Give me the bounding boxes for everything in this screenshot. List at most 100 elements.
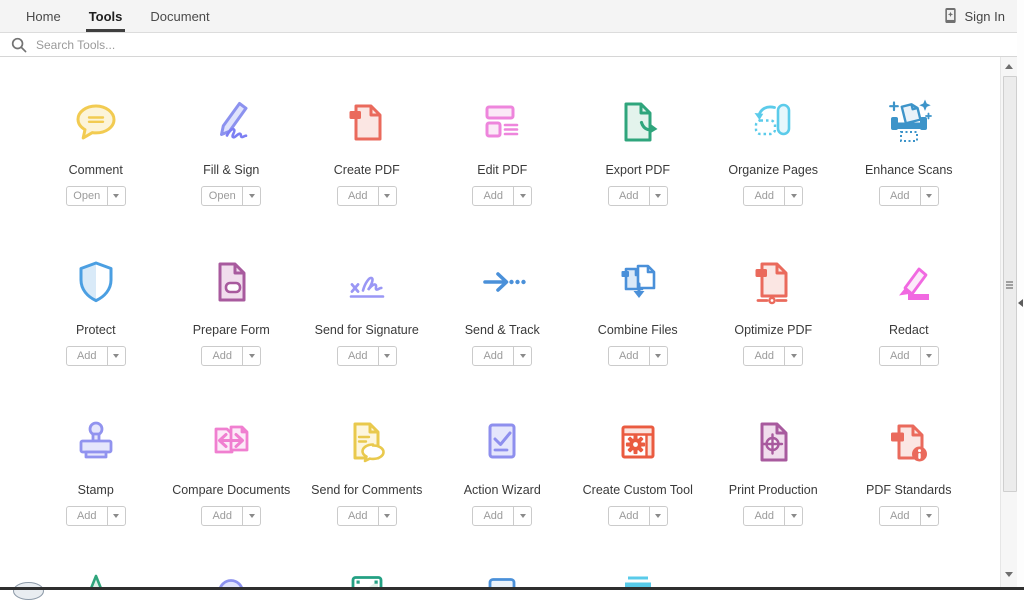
chevron-down-icon <box>926 354 932 358</box>
tool-action-button[interactable]: Open <box>201 186 243 206</box>
chevron-down-icon <box>113 514 119 518</box>
tool-action-dropdown[interactable] <box>378 186 397 206</box>
tool-action-dropdown[interactable] <box>784 186 803 206</box>
tool-action-dropdown[interactable] <box>649 346 668 366</box>
chevron-down-icon <box>655 354 661 358</box>
tool-action-group: Add <box>201 346 261 366</box>
scroll-up-icon <box>1005 64 1013 69</box>
tool-action-dropdown[interactable] <box>513 506 532 526</box>
chevron-down-icon <box>249 354 255 358</box>
tool-action-button[interactable]: Add <box>472 186 514 206</box>
tool-action-button[interactable]: Add <box>743 346 785 366</box>
chevron-down-icon <box>520 194 526 198</box>
tool-action-button[interactable]: Add <box>66 346 108 366</box>
chevron-down-icon <box>249 194 255 198</box>
tool-card-send-for-signature: Send for Signature Add <box>299 254 435 414</box>
help-bubble-partial[interactable] <box>13 582 44 600</box>
tool-action-dropdown[interactable] <box>649 186 668 206</box>
tool-action-group: Add <box>879 346 939 366</box>
tool-action-button[interactable]: Add <box>472 506 514 526</box>
tool-label: Optimize PDF <box>734 323 812 337</box>
tab-tools[interactable]: Tools <box>75 0 137 32</box>
scroll-down-button[interactable] <box>1001 566 1017 583</box>
tool-action-dropdown[interactable] <box>513 346 532 366</box>
tool-action-group: Add <box>608 506 668 526</box>
tool-action-dropdown[interactable] <box>107 346 126 366</box>
tool-action-dropdown[interactable] <box>784 346 803 366</box>
tool-action-dropdown[interactable] <box>107 506 126 526</box>
chevron-down-icon <box>520 514 526 518</box>
chevron-down-icon <box>791 354 797 358</box>
tool-card-pdf-standards: PDF Standards Add <box>841 414 977 574</box>
tool-action-dropdown[interactable] <box>378 506 397 526</box>
tool-action-button[interactable]: Open <box>66 186 108 206</box>
tool-action-button[interactable]: Add <box>608 506 650 526</box>
tool-card-fill-sign: Fill & SignOpen <box>164 94 300 254</box>
tool-action-group: Add <box>66 506 126 526</box>
tool-action-button[interactable]: Add <box>879 346 921 366</box>
tool-card-partial <box>164 574 300 587</box>
sign-in-label: Sign In <box>965 9 1005 24</box>
tool-action-dropdown[interactable] <box>378 346 397 366</box>
tool-action-button[interactable]: Add <box>201 506 243 526</box>
vertical-scrollbar[interactable] <box>1000 57 1018 587</box>
tool-card-partial <box>570 574 706 587</box>
tool-action-dropdown[interactable] <box>920 186 939 206</box>
tool-action-button[interactable]: Add <box>337 346 379 366</box>
tool-action-dropdown[interactable] <box>920 506 939 526</box>
tool-action-dropdown[interactable] <box>242 346 261 366</box>
tool-action-dropdown[interactable] <box>242 506 261 526</box>
search-input[interactable] <box>27 37 1017 53</box>
pdf-standards-icon <box>881 414 937 470</box>
tool-action-group: Add <box>337 186 397 206</box>
tool-action-button[interactable]: Add <box>879 506 921 526</box>
tool-action-button[interactable]: Add <box>879 186 921 206</box>
tool-action-button[interactable]: Add <box>743 186 785 206</box>
tool-action-group: Add <box>472 346 532 366</box>
tool-action-group: Open <box>201 186 261 206</box>
tool-label: PDF Standards <box>866 483 951 497</box>
tool-action-dropdown[interactable] <box>649 506 668 526</box>
tool-label: Send for Comments <box>311 483 422 497</box>
tool-action-dropdown[interactable] <box>784 506 803 526</box>
tool-action-button[interactable]: Add <box>608 186 650 206</box>
mobile-device-icon <box>943 7 958 25</box>
chevron-down-icon <box>520 354 526 358</box>
tool-action-button[interactable]: Add <box>66 506 108 526</box>
tool-action-button[interactable]: Add <box>472 346 514 366</box>
tool-label: Send for Signature <box>315 323 419 337</box>
tool-action-button[interactable]: Add <box>743 506 785 526</box>
send-track-icon <box>474 254 530 310</box>
tool-action-button[interactable]: Add <box>608 346 650 366</box>
optimize-pdf-icon <box>745 254 801 310</box>
send-for-comments-icon <box>339 414 395 470</box>
collapse-pane-arrow-icon[interactable] <box>1018 299 1023 307</box>
scroll-up-button[interactable] <box>1001 58 1017 75</box>
tool-action-dropdown[interactable] <box>242 186 261 206</box>
tool-action-group: Add <box>879 506 939 526</box>
header-tabs: HomeToolsDocument <box>0 0 224 32</box>
tab-document[interactable]: Document <box>136 0 223 32</box>
tool-action-dropdown[interactable] <box>920 346 939 366</box>
chevron-down-icon <box>655 194 661 198</box>
sign-in-button[interactable]: Sign In <box>943 7 1017 25</box>
top-bar: HomeToolsDocument Sign In <box>0 0 1017 33</box>
tool-action-dropdown[interactable] <box>513 186 532 206</box>
tool-action-button[interactable]: Add <box>201 346 243 366</box>
tool-action-dropdown[interactable] <box>107 186 126 206</box>
tab-home[interactable]: Home <box>12 0 75 32</box>
chevron-down-icon <box>113 194 119 198</box>
tool-label: Enhance Scans <box>865 163 953 177</box>
tool-action-group: Add <box>337 346 397 366</box>
chevron-down-icon <box>926 514 932 518</box>
tool-card-action-wizard: Action WizardAdd <box>435 414 571 574</box>
edit-pdf-icon <box>474 94 530 150</box>
tool-card-compare-documents: Compare DocumentsAdd <box>164 414 300 574</box>
send-for-signature-icon <box>339 254 395 310</box>
scrollbar-thumb[interactable] <box>1003 76 1017 492</box>
tool-action-button[interactable]: Add <box>337 186 379 206</box>
redact-icon <box>881 254 937 310</box>
tool-card-optimize-pdf: Optimize PDF Add <box>706 254 842 414</box>
p-green-case-icon <box>339 574 395 587</box>
tool-action-button[interactable]: Add <box>337 506 379 526</box>
